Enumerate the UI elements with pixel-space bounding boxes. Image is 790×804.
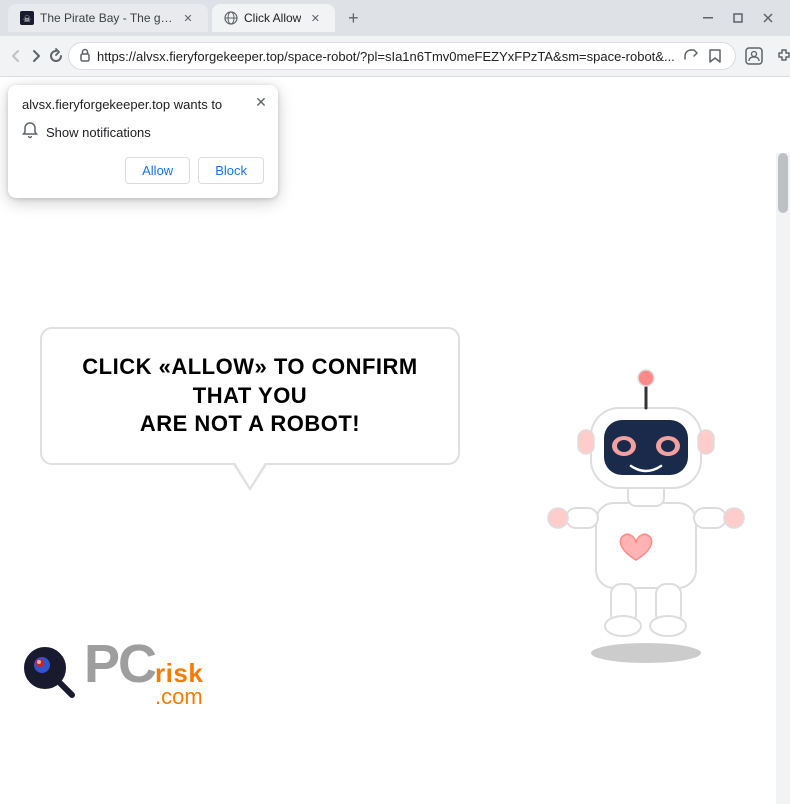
pcrisk-pc-text: PC (84, 637, 155, 691)
address-bar[interactable]: https://alvsx.fieryforgekeeper.top/space… (68, 42, 736, 70)
browser-chrome: ☠ The Pirate Bay - The galaxy's mo... ✕ … (0, 0, 790, 77)
forward-button[interactable] (28, 42, 44, 70)
pcrisk-risk-text: risk (155, 660, 203, 686)
notification-popup: ✕ alvsx.fieryforgekeeper.top wants to Sh… (8, 85, 278, 198)
popup-close-button[interactable]: ✕ (252, 93, 270, 111)
window-controls (694, 4, 782, 32)
allow-button[interactable]: Allow (125, 157, 190, 184)
tab-pirate-bay[interactable]: ☠ The Pirate Bay - The galaxy's mo... ✕ (8, 4, 208, 32)
bubble-line2: ARE NOT A ROBOT! (140, 411, 360, 436)
share-icon[interactable] (681, 46, 701, 66)
page-content: ✕ alvsx.fieryforgekeeper.top wants to Sh… (0, 77, 776, 728)
popup-header-text: alvsx.fieryforgekeeper.top wants to (22, 97, 264, 112)
address-right-icons (681, 46, 725, 66)
browser-right-buttons (740, 42, 790, 70)
bubble-line1: CLICK «ALLOW» TO CONFIRM THAT YOU (82, 354, 417, 408)
new-tab-button[interactable]: + (339, 4, 367, 32)
popup-buttons: Allow Block (22, 157, 264, 184)
popup-show-notifications-text: Show notifications (46, 125, 151, 140)
bookmark-icon[interactable] (705, 46, 725, 66)
robot-illustration (536, 348, 756, 668)
scrollbar-track (776, 153, 790, 804)
popup-notification-row: Show notifications (22, 122, 264, 143)
extensions-button[interactable] (770, 42, 790, 70)
scrollbar-thumb[interactable] (778, 153, 788, 213)
content-wrapper: ✕ alvsx.fieryforgekeeper.top wants to Sh… (0, 77, 790, 728)
bell-icon (22, 122, 38, 143)
reload-button[interactable] (48, 42, 64, 70)
tab-favicon-globe (224, 11, 238, 25)
lock-icon (79, 48, 91, 65)
speech-bubble: CLICK «ALLOW» TO CONFIRM THAT YOU ARE NO… (40, 327, 460, 465)
tab-favicon-pirate: ☠ (20, 11, 34, 25)
pcrisk-risk-container: risk .com (155, 660, 203, 708)
profile-button[interactable] (740, 42, 768, 70)
block-button[interactable]: Block (198, 157, 264, 184)
tab-title-pirate: The Pirate Bay - The galaxy's mo... (40, 11, 174, 25)
title-bar: ☠ The Pirate Bay - The galaxy's mo... ✕ … (0, 0, 790, 36)
bubble-text: CLICK «ALLOW» TO CONFIRM THAT YOU ARE NO… (72, 353, 428, 439)
tab-title-allow: Click Allow (244, 11, 301, 25)
url-text: https://alvsx.fieryforgekeeper.top/space… (97, 49, 675, 64)
minimize-button[interactable] (694, 4, 722, 32)
tab-click-allow[interactable]: Click Allow ✕ (212, 4, 335, 32)
back-button[interactable] (8, 42, 24, 70)
pcrisk-text: PC risk .com (84, 637, 203, 708)
maximize-button[interactable] (724, 4, 752, 32)
close-button[interactable] (754, 4, 782, 32)
tab-close-allow[interactable]: ✕ (307, 10, 323, 26)
tab-close-pirate[interactable]: ✕ (180, 10, 196, 26)
pcrisk-magnifier-icon (20, 643, 80, 703)
pcrisk-logo: PC risk .com (20, 637, 203, 708)
svg-text:☠: ☠ (23, 14, 31, 24)
address-bar-row: https://alvsx.fieryforgekeeper.top/space… (0, 36, 790, 76)
pcrisk-dotcom-text: .com (155, 686, 203, 708)
